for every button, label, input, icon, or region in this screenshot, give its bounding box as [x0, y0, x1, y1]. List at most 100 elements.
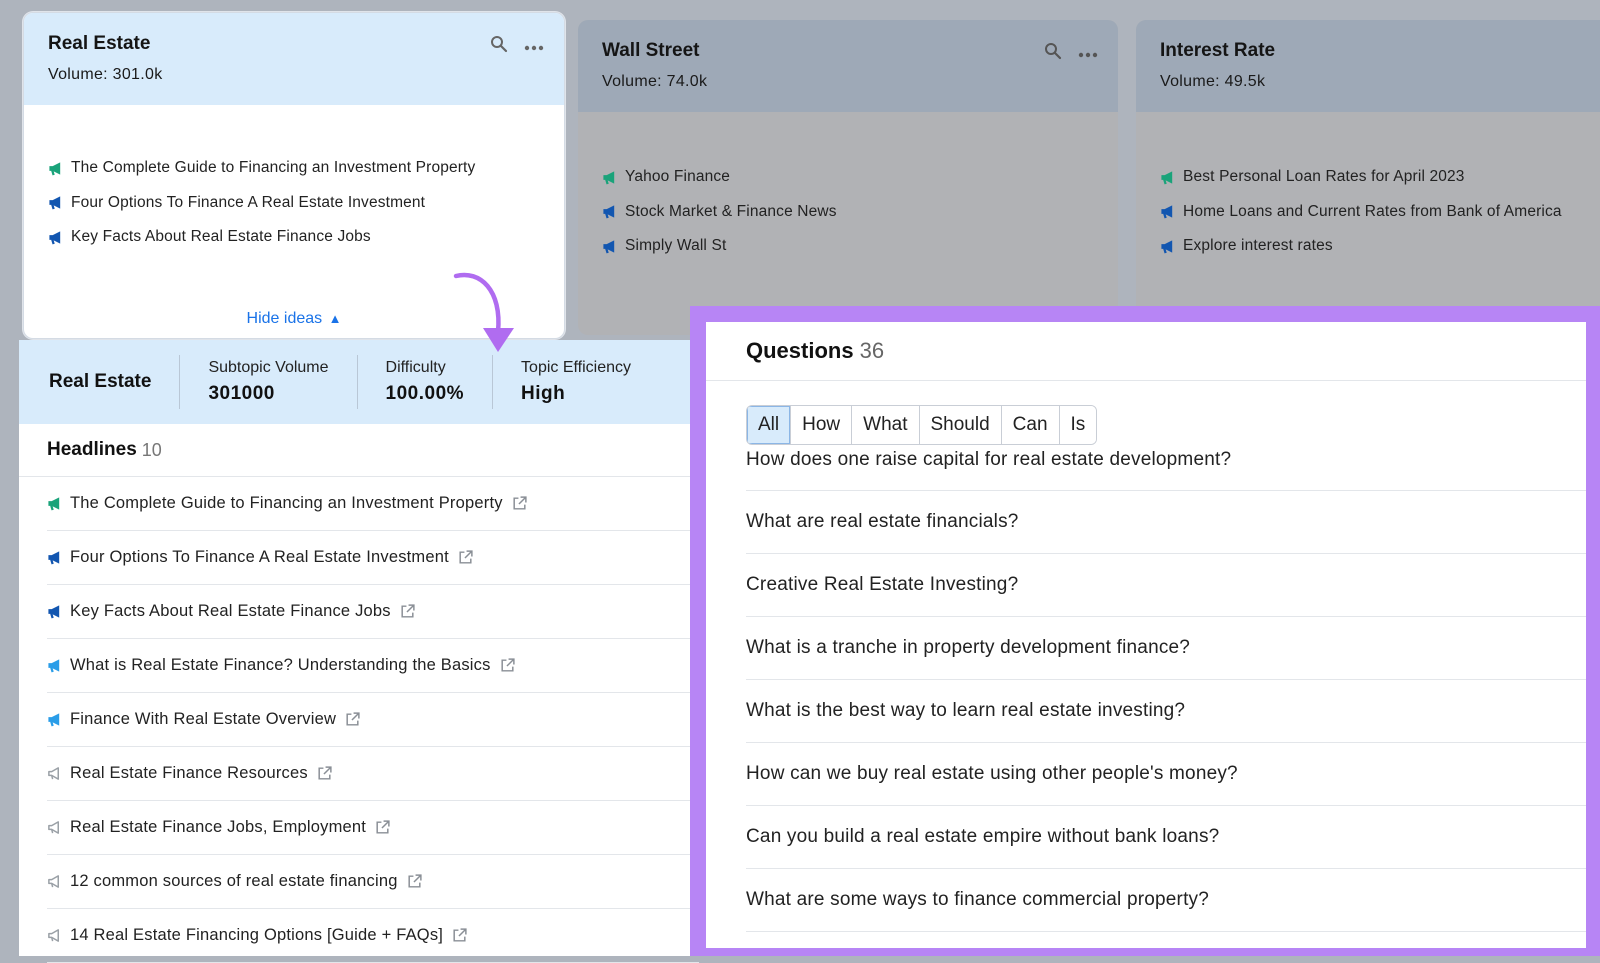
card-title: Interest Rate [1160, 40, 1276, 61]
filter-button-how[interactable]: How [791, 406, 853, 444]
megaphone-icon [47, 658, 70, 673]
card-volume: Volume: 49.5k [1160, 73, 1266, 90]
headline-row[interactable]: Key Facts About Real Estate Finance Jobs [47, 585, 699, 639]
headline-text: 12 common sources of real estate financi… [70, 872, 398, 890]
idea-text: Key Facts About Real Estate Finance Jobs [71, 228, 371, 246]
chevron-up-icon: ▲ [328, 311, 342, 326]
questions-header: Questions 36 [706, 322, 1586, 381]
card-header: Interest Rate Volume: 49.5k [1136, 20, 1600, 112]
search-icon[interactable] [1044, 42, 1062, 65]
headlines-count: 10 [141, 439, 162, 460]
idea-item[interactable]: Key Facts About Real Estate Finance Jobs [24, 220, 564, 255]
question-row[interactable]: How can we buy real estate using other p… [746, 743, 1586, 806]
headlines-header: Headlines 10 [19, 424, 699, 477]
megaphone-icon [47, 496, 70, 511]
megaphone-icon [1160, 204, 1183, 219]
search-icon[interactable] [490, 35, 508, 58]
megaphone-icon [1160, 239, 1183, 254]
headline-text: Key Facts About Real Estate Finance Jobs [70, 602, 391, 620]
question-row[interactable]: What are real estate financials? [746, 491, 1586, 554]
external-link-icon[interactable] [366, 819, 391, 836]
idea-text: Home Loans and Current Rates from Bank o… [1183, 202, 1562, 220]
idea-text: Stock Market & Finance News [625, 202, 837, 220]
external-link-icon[interactable] [449, 549, 474, 566]
summary-subtopic-volume: Subtopic Volume 301000 [180, 355, 358, 409]
questions-list: How does one raise capital for real esta… [746, 445, 1586, 932]
megaphone-icon [47, 604, 70, 619]
external-link-icon[interactable] [503, 495, 528, 512]
card-header: Wall Street Volume: 74.0k [578, 20, 1118, 112]
topic-detail-panel: Real Estate Subtopic Volume 301000 Diffi… [19, 340, 699, 963]
annotation-arrow-icon [453, 272, 514, 352]
external-link-icon[interactable] [491, 657, 516, 674]
external-link-icon[interactable] [391, 603, 416, 620]
megaphone-icon [48, 161, 71, 176]
megaphone-icon [47, 712, 70, 727]
question-row[interactable]: What is the best way to learn real estat… [746, 680, 1586, 743]
external-link-icon[interactable] [398, 873, 423, 890]
card-ideas: Yahoo Finance Stock Market & Finance News… [578, 112, 1118, 335]
filter-button-all[interactable]: All [747, 406, 792, 444]
headline-text: The Complete Guide to Financing an Inves… [70, 494, 503, 512]
questions-panel: Questions 36 All How What Should Can Is How do… [706, 322, 1586, 948]
idea-text: Best Personal Loan Rates for April 2023 [1183, 168, 1465, 186]
idea-item[interactable]: Explore interest rates [1136, 229, 1600, 264]
headline-row[interactable]: Finance With Real Estate Overview [47, 693, 699, 747]
megaphone-icon [602, 204, 625, 219]
idea-item[interactable]: The Complete Guide to Financing an Inves… [24, 151, 564, 186]
card-title: Real Estate [48, 33, 151, 54]
question-row[interactable]: Creative Real Estate Investing? [746, 554, 1586, 617]
megaphone-icon [47, 820, 70, 835]
megaphone-icon [1160, 170, 1183, 185]
megaphone-icon [48, 230, 71, 245]
more-options-icon[interactable] [1078, 45, 1098, 63]
filter-button-can[interactable]: Can [1001, 406, 1060, 444]
headline-row[interactable]: Real Estate Finance Jobs, Employment [47, 801, 699, 855]
headline-text: What is Real Estate Finance? Understandi… [70, 656, 491, 674]
summary-difficulty: Difficulty 100.00% [358, 355, 494, 409]
question-row[interactable]: What is a tranche in property developmen… [746, 617, 1586, 680]
idea-item[interactable]: Simply Wall St [578, 229, 1118, 264]
headline-text: Finance With Real Estate Overview [70, 710, 337, 728]
headline-row[interactable]: 12 common sources of real estate financi… [47, 855, 699, 909]
idea-text: The Complete Guide to Financing an Inves… [71, 159, 476, 177]
headline-text: Four Options To Finance A Real Estate In… [70, 548, 449, 566]
card-header: Real Estate Volume: 301.0k [24, 13, 564, 105]
questions-highlight-frame: Questions 36 All How What Should Can Is How do… [690, 306, 1600, 956]
filter-button-should[interactable]: Should [919, 406, 1002, 444]
headline-row[interactable]: What is Real Estate Finance? Understandi… [47, 639, 699, 693]
headline-row[interactable]: Four Options To Finance A Real Estate In… [47, 531, 699, 585]
idea-item[interactable]: Four Options To Finance A Real Estate In… [24, 186, 564, 221]
external-link-icon[interactable] [336, 711, 361, 728]
filter-button-what[interactable]: What [852, 406, 920, 444]
external-link-icon[interactable] [308, 765, 333, 782]
external-link-icon[interactable] [443, 927, 468, 944]
filter-button-is[interactable]: Is [1059, 406, 1097, 444]
questions-count: 36 [859, 338, 885, 363]
more-options-icon[interactable] [524, 38, 544, 56]
megaphone-icon [602, 170, 625, 185]
megaphone-icon [602, 239, 625, 254]
question-row[interactable]: How does one raise capital for real esta… [746, 445, 1586, 491]
megaphone-icon [47, 874, 70, 889]
summary-topic: Real Estate [19, 355, 181, 409]
megaphone-icon [48, 195, 71, 210]
megaphone-icon [47, 928, 70, 943]
topic-card-wall-street[interactable]: Wall Street Volume: 74.0k Yahoo Finance S… [578, 20, 1118, 335]
idea-text: Yahoo Finance [625, 168, 731, 186]
idea-item[interactable]: Yahoo Finance [578, 160, 1118, 195]
question-row[interactable]: Can you build a real estate empire witho… [746, 806, 1586, 869]
idea-item[interactable]: Home Loans and Current Rates from Bank o… [1136, 195, 1600, 230]
topic-card-interest-rate[interactable]: Interest Rate Volume: 49.5k Best Persona… [1136, 20, 1600, 335]
card-title: Wall Street [602, 40, 700, 61]
headline-text: 14 Real Estate Financing Options [Guide … [70, 926, 444, 944]
idea-item[interactable]: Stock Market & Finance News [578, 195, 1118, 230]
question-row[interactable]: What are some ways to finance commercial… [746, 869, 1586, 932]
idea-item[interactable]: Best Personal Loan Rates for April 2023 [1136, 160, 1600, 195]
idea-text: Simply Wall St [625, 237, 727, 255]
megaphone-icon [47, 766, 70, 781]
headline-row[interactable]: The Complete Guide to Financing an Inves… [47, 477, 699, 531]
headline-row[interactable]: Real Estate Finance Resources [47, 747, 699, 801]
headlines-list: The Complete Guide to Financing an Inves… [47, 477, 699, 963]
headline-row[interactable]: 14 Real Estate Financing Options [Guide … [47, 909, 699, 963]
